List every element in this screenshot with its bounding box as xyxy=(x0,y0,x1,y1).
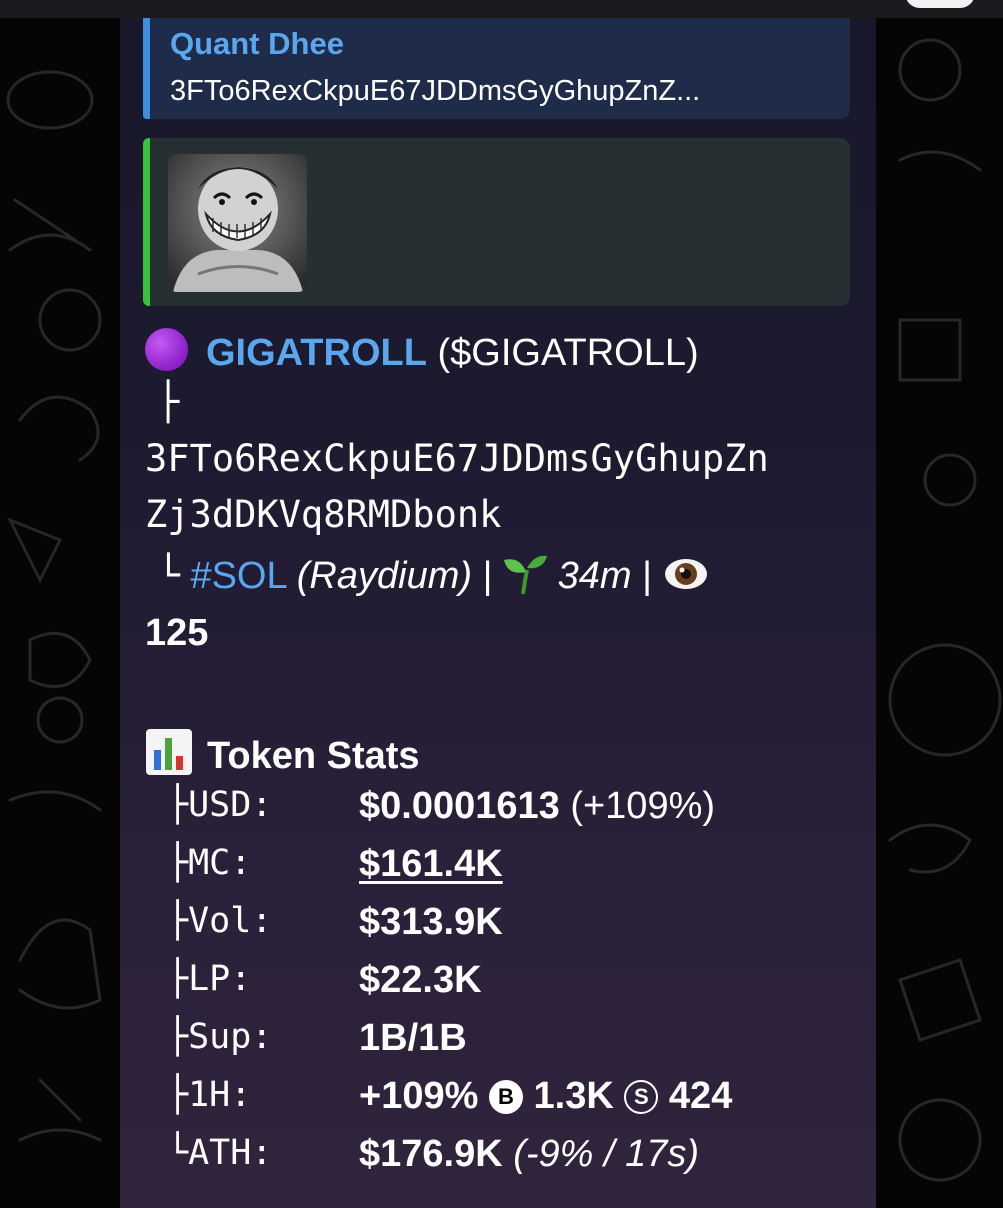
seedling-icon xyxy=(504,555,548,595)
stat-key: ├Sup: xyxy=(167,1017,273,1057)
reply-accent-bar xyxy=(143,18,150,119)
eye-icon xyxy=(664,559,707,589)
tree-end: └ xyxy=(157,553,180,597)
ath-value: $176.9K xyxy=(359,1133,503,1175)
separator: | xyxy=(482,555,493,597)
usd-price: $0.0001613 xyxy=(359,785,560,827)
stat-key: ├MC: xyxy=(167,843,252,883)
bar-chart-icon xyxy=(146,729,192,775)
contract-address-line2[interactable]: Zj3dDKVq8RMDbonk xyxy=(145,496,501,533)
token-stats-heading: Token Stats xyxy=(207,735,420,777)
purple-circle-icon xyxy=(145,328,188,371)
tree-branch: ├ xyxy=(157,380,180,423)
token-ticker: ($GIGATROLL) xyxy=(437,332,699,374)
token-name-link[interactable]: GIGATROLL xyxy=(206,332,427,374)
token-image-thumbnail[interactable] xyxy=(168,154,307,292)
view-count: 125 xyxy=(145,612,209,654)
token-stats-heading-line: Token Stats xyxy=(145,728,420,776)
sells-badge-icon: S xyxy=(624,1080,659,1114)
stat-key: ├LP: xyxy=(167,959,252,999)
ath-change: (-9% / 17s) xyxy=(513,1133,700,1175)
token-meta-line: └ #SOL (Raydium) | 34m | xyxy=(157,554,709,595)
stat-value: $0.0001613 (+109%) xyxy=(359,785,715,828)
reply-quote[interactable]: Quant Dhee 3FTo6RexCkpuE67JDDmsGyGhupZnZ… xyxy=(143,18,850,119)
token-header-line: GIGATROLL ($GIGATROLL) xyxy=(145,328,699,372)
reply-sender-name: Quant Dhee xyxy=(170,26,344,61)
buy-count: 1.3K xyxy=(533,1075,614,1117)
top-bar xyxy=(0,0,1003,18)
ath-stats: $176.9K (-9% / 17s) xyxy=(359,1133,699,1176)
chain-hashtag-link[interactable]: #SOL xyxy=(190,555,286,597)
stat-key: ├Vol: xyxy=(167,901,273,941)
buys-badge-icon: B xyxy=(488,1080,523,1114)
stat-key: ├USD: xyxy=(167,785,273,825)
preview-accent-bar xyxy=(143,138,150,306)
dex-name: (Raydium) xyxy=(296,555,473,597)
token-age: 34m xyxy=(557,555,632,597)
one-hour-change: +109% xyxy=(359,1075,479,1117)
market-cap-link[interactable]: $161.4K xyxy=(359,843,503,886)
one-hour-stats: +109% B 1.3K S 424 xyxy=(359,1075,732,1118)
volume-value: $313.9K xyxy=(359,901,503,943)
troll-face-image xyxy=(168,154,307,292)
stat-key: └ATH: xyxy=(167,1133,273,1173)
stat-key: ├1H: xyxy=(167,1075,252,1115)
contract-address-line1[interactable]: 3FTo6RexCkpuE67JDDmsGyGhupZn xyxy=(145,440,769,477)
separator: | xyxy=(642,555,652,597)
top-pill[interactable] xyxy=(905,0,975,8)
usd-change: (+109%) xyxy=(570,785,716,827)
liquidity-value: $22.3K xyxy=(359,959,482,1001)
supply-value: 1B/1B xyxy=(359,1017,467,1059)
link-preview[interactable] xyxy=(143,138,850,306)
sell-count: 424 xyxy=(668,1075,733,1117)
reply-snippet: 3FTo6RexCkpuE67JDDmsGyGhupZnZ... xyxy=(170,75,701,107)
